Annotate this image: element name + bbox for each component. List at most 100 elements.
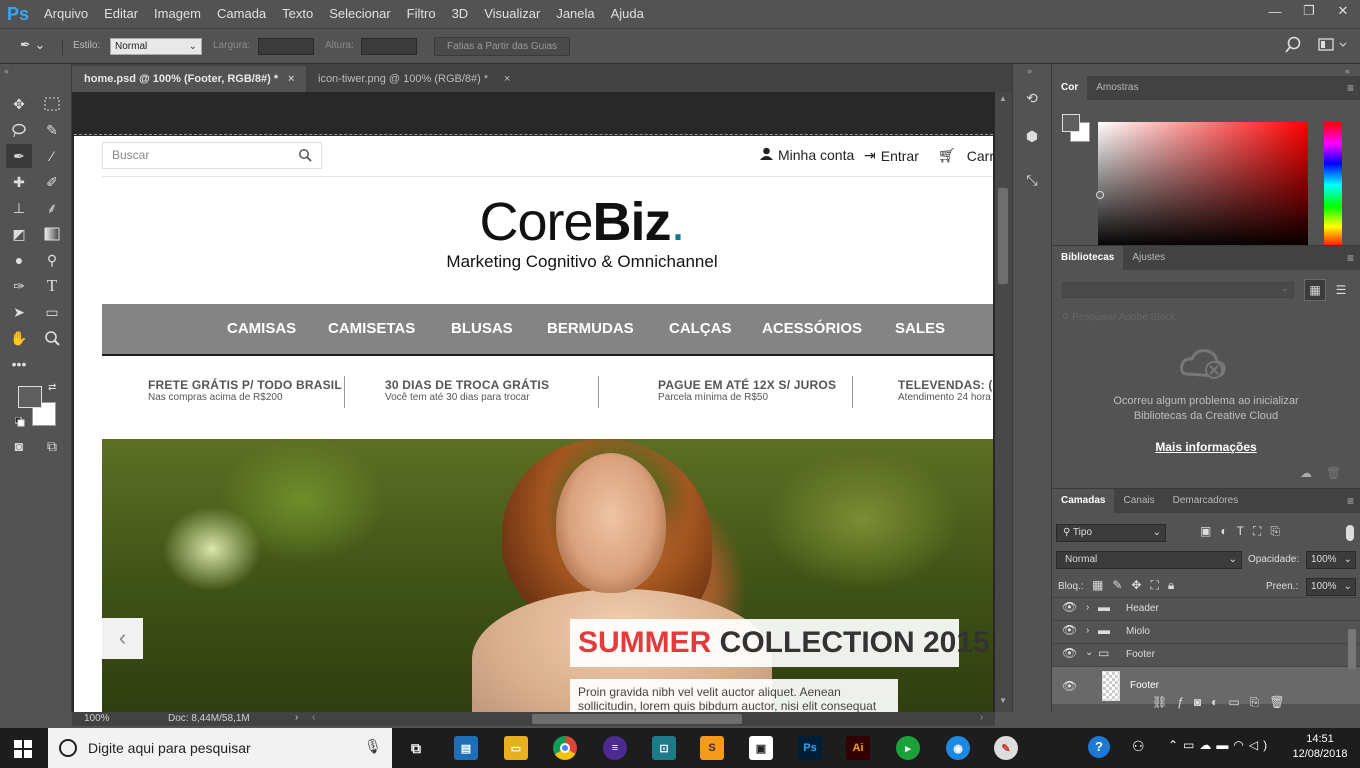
menu-editar[interactable]: Editar (96, 0, 146, 28)
chevron-right-icon[interactable]: › (1086, 625, 1089, 636)
illustrator-taskbar-icon[interactable]: Ai (846, 736, 870, 760)
rectangle-tool-icon[interactable]: ▭ (39, 300, 65, 324)
close-icon[interactable]: × (504, 66, 510, 92)
eyedropper-tool-icon[interactable]: ⁄ (39, 144, 65, 168)
menu-ajuda[interactable]: Ajuda (603, 0, 652, 28)
quick-mask-icon[interactable]: ◙ (6, 434, 32, 458)
chevron-down-icon[interactable]: ⌄ (1085, 647, 1093, 658)
color-picker-marker[interactable] (1096, 191, 1104, 199)
fill-field[interactable]: 100% ⌄ (1306, 578, 1356, 596)
quick-selection-tool-icon[interactable]: ✎ (39, 118, 65, 142)
app-icon[interactable]: ▸ (896, 736, 920, 760)
help-icon[interactable]: ? (1088, 736, 1110, 758)
hand-tool-icon[interactable]: ✋ (6, 326, 32, 350)
microphone-icon[interactable]: 🎙︎ (364, 738, 382, 755)
layer-row-header[interactable]: 👁︎ › ▬ Header (1052, 597, 1360, 620)
grid-view-icon[interactable]: ▦ (1304, 279, 1326, 301)
tab-canais[interactable]: Canais (1114, 489, 1163, 513)
app-icon[interactable]: ▣ (749, 736, 773, 760)
layer-filter-select[interactable]: ⚲ Tipo ⌄ (1056, 524, 1166, 542)
maps-icon[interactable]: ◉ (946, 736, 970, 760)
altura-field[interactable] (361, 38, 417, 55)
menu-filtro[interactable]: Filtro (399, 0, 444, 28)
blend-mode-select[interactable]: Normal ⌄ (1056, 551, 1242, 569)
close-button[interactable]: ✕ (1326, 0, 1360, 22)
default-colors-icon[interactable] (14, 416, 25, 427)
menu-arquivo[interactable]: Arquivo (36, 0, 96, 28)
type-tool-icon[interactable]: T (39, 274, 65, 298)
file-explorer-icon[interactable]: ▭ (504, 736, 528, 760)
layer-row-footer-group[interactable]: 👁︎ ⌄ ▭ Footer (1052, 643, 1360, 666)
menu-texto[interactable]: Texto (274, 0, 321, 28)
menu-3d[interactable]: 3D (444, 0, 477, 28)
task-view-icon[interactable]: ⧉ (404, 736, 428, 760)
tab-icon-tiwer[interactable]: icon-tiwer.png @ 100% (RGB/8#) * × (306, 66, 524, 92)
horizontal-scroll-thumb[interactable] (532, 714, 742, 724)
chevron-right-icon[interactable]: › (1086, 602, 1089, 613)
lasso-tool-icon[interactable] (6, 118, 32, 142)
slices-from-guides-button[interactable]: Fatias a Partir das Guias (434, 37, 570, 56)
photoshop-taskbar-icon[interactable]: Ps (798, 736, 822, 760)
brush-tool-icon[interactable]: ✐ (39, 170, 65, 194)
list-view-icon[interactable]: ☰ (1330, 279, 1352, 301)
people-icon[interactable]: ⚇ (1132, 738, 1145, 755)
more-tools-icon[interactable]: ••• (6, 352, 32, 376)
screen-mode-icon[interactable]: ⧉ (39, 434, 65, 458)
path-selection-tool-icon[interactable]: ➤ (6, 300, 32, 324)
vertical-scrollbar[interactable]: ▲ ▼ (995, 92, 1012, 712)
paint-icon[interactable]: ✎ (994, 736, 1018, 760)
status-menu-icon[interactable]: › (295, 712, 298, 723)
swap-colors-icon[interactable]: ⇄ (48, 382, 56, 393)
pen-tool-icon[interactable]: ✒ (6, 144, 32, 168)
tab-home-psd[interactable]: home.psd @ 100% (Footer, RGB/8#) * × (72, 66, 306, 92)
collapse-icon[interactable]: » (1027, 66, 1032, 76)
restore-button[interactable]: ❐ (1292, 0, 1326, 22)
healing-brush-tool-icon[interactable]: ✚ (6, 170, 32, 194)
eye-icon[interactable]: 👁︎ (1062, 679, 1077, 693)
tab-cor[interactable]: Cor (1052, 76, 1088, 100)
tab-demarcadores[interactable]: Demarcadores (1164, 489, 1248, 513)
eraser-tool-icon[interactable]: ◩ (6, 222, 32, 246)
minimize-button[interactable]: — (1258, 0, 1292, 22)
menu-imagem[interactable]: Imagem (146, 0, 209, 28)
marquee-tool-icon[interactable] (39, 92, 65, 116)
paragraph-panel-icon[interactable]: ⤡ (1019, 168, 1045, 192)
menu-janela[interactable]: Janela (548, 0, 602, 28)
collapse-icon[interactable]: « (4, 66, 9, 76)
gradient-tool-icon[interactable] (39, 222, 65, 246)
color-field[interactable] (1098, 122, 1308, 248)
tab-amostras[interactable]: Amostras (1087, 76, 1147, 100)
collapse-icon[interactable]: « (1345, 66, 1350, 76)
move-tool-icon[interactable]: ✥ (6, 92, 32, 116)
3d-panel-icon[interactable]: ⬢ (1019, 124, 1045, 148)
scroll-up-icon[interactable]: ▲ (999, 94, 1007, 103)
sublime-text-icon[interactable]: S (700, 736, 724, 760)
eye-icon[interactable]: 👁︎ (1062, 600, 1077, 614)
filter-toggle[interactable] (1346, 525, 1354, 541)
dodge-tool-icon[interactable]: ⚲ (39, 248, 65, 272)
history-brush-tool-icon[interactable]: ⸙ (39, 196, 65, 220)
workspace-icon[interactable] (1318, 37, 1348, 53)
lock-icons[interactable]: ▦✎✥⛶🔒︎ (1092, 578, 1192, 594)
zoom-level[interactable]: 100% (84, 713, 110, 724)
menu-camada[interactable]: Camada (209, 0, 274, 28)
layer-filter-icons[interactable]: ▣◐T⛶⎘ (1200, 524, 1350, 542)
chrome-icon[interactable] (553, 736, 577, 760)
hue-slider[interactable] (1324, 122, 1342, 248)
panel-menu-icon[interactable]: ≡ (1347, 494, 1354, 508)
tab-camadas[interactable]: Camadas (1052, 489, 1115, 513)
scroll-left-icon[interactable]: ‹ (312, 712, 315, 723)
scroll-down-icon[interactable]: ▼ (999, 696, 1007, 705)
zoom-tool-icon[interactable] (39, 326, 65, 350)
more-info-link[interactable]: Mais informações (1052, 440, 1360, 454)
pen-path-tool-icon[interactable]: ✑ (6, 274, 32, 298)
tab-ajustes[interactable]: Ajustes (1123, 246, 1174, 270)
menu-selecionar[interactable]: Selecionar (321, 0, 398, 28)
panel-menu-icon[interactable]: ≡ (1347, 251, 1354, 265)
layers-scroll-thumb[interactable] (1348, 629, 1356, 669)
blur-tool-icon[interactable]: ● (6, 248, 32, 272)
app-icon[interactable]: ▤ (454, 736, 478, 760)
panel-menu-icon[interactable]: ≡ (1347, 81, 1354, 95)
tab-bibliotecas[interactable]: Bibliotecas (1052, 246, 1124, 270)
layer-row-miolo[interactable]: 👁︎ › ▬ Miolo (1052, 620, 1360, 643)
